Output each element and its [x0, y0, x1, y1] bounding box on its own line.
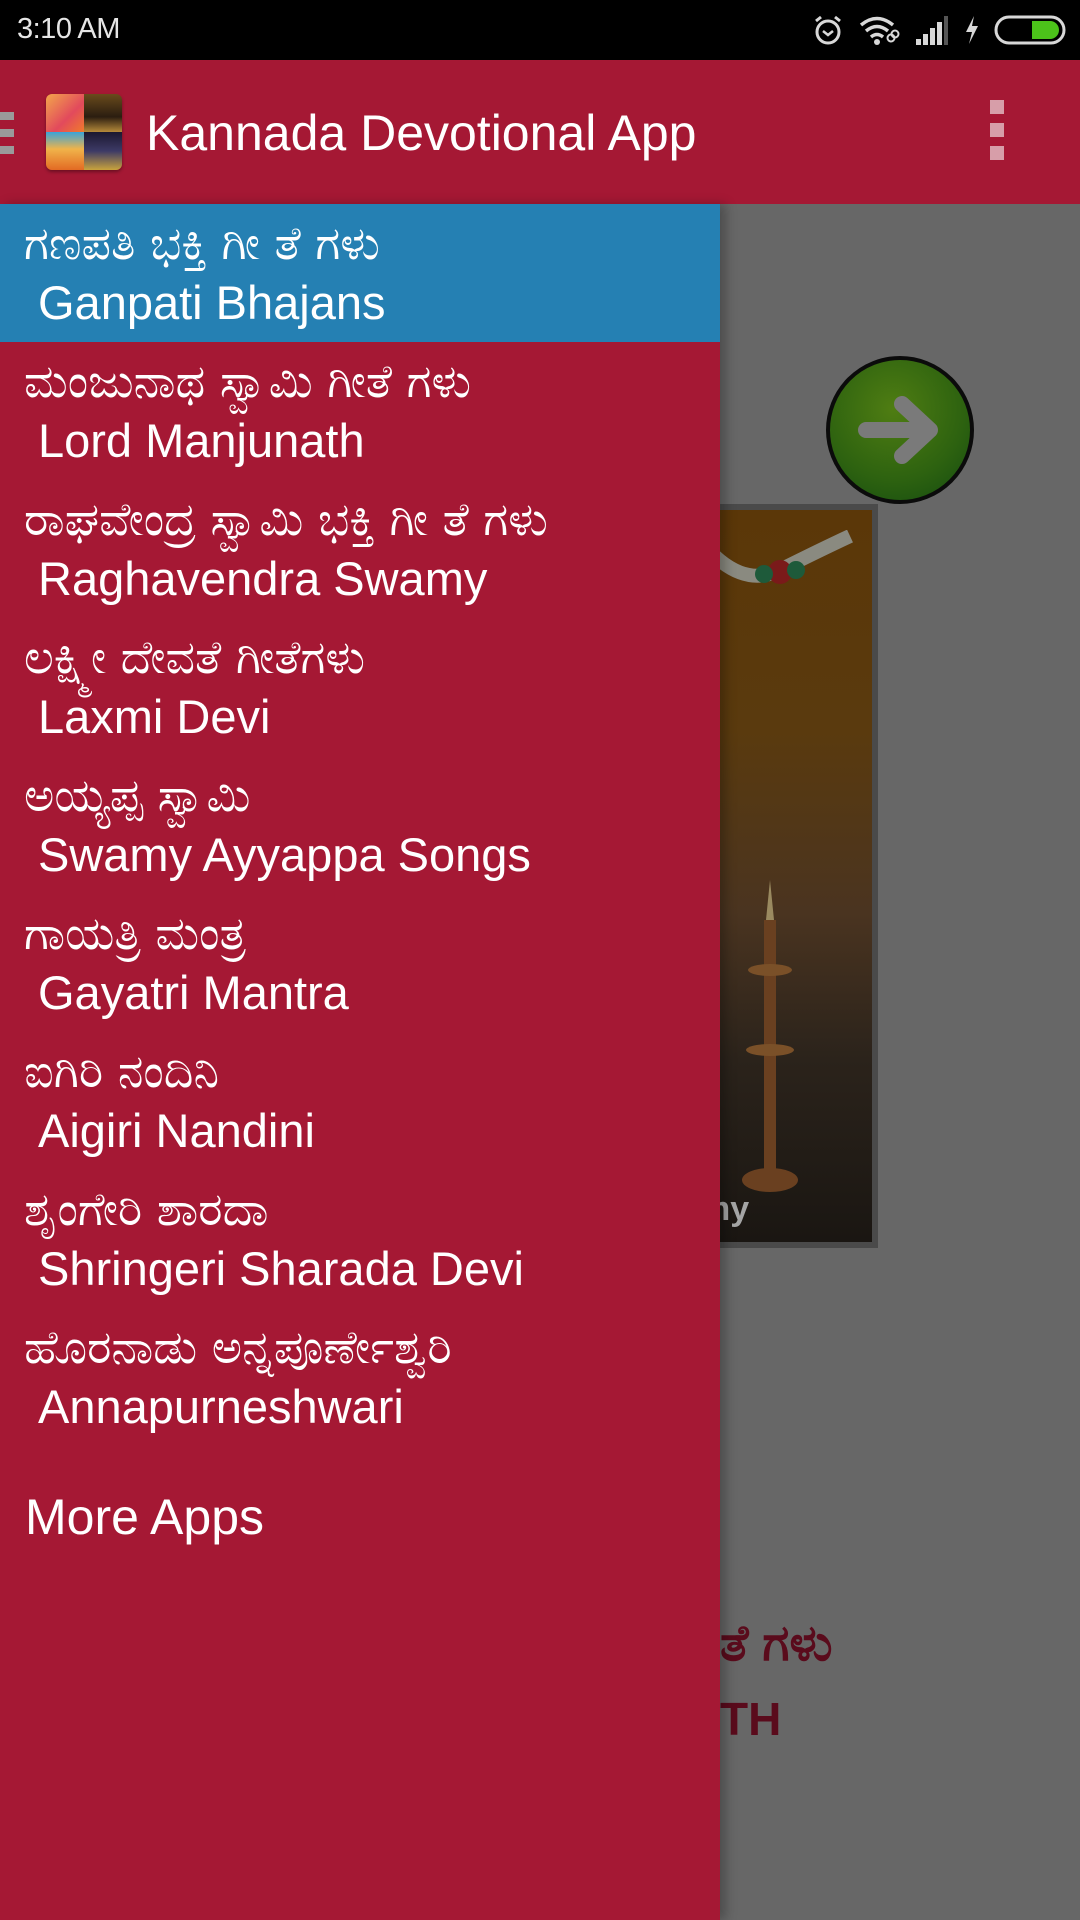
drawer-item-lord-manjunath[interactable]: ಮಂಜುನಾಥ ಸ್ವಾಮಿ ಗೀತೆ ಗಳು Lord Manjunath	[0, 342, 720, 480]
drawer-item-english-label: Raghavendra Swamy	[38, 552, 488, 605]
app-logo	[46, 94, 122, 170]
drawer-item-english-label: Ganpati Bhajans	[38, 276, 386, 329]
drawer-item-kannada-label: ಅಯ್ಯಪ್ಪ ಸ್ವಾಮಿ	[24, 768, 251, 822]
app-bar: Kannada Devotional App	[0, 60, 1080, 204]
battery-icon	[994, 15, 1066, 45]
drawer-item-swamy-ayyappa[interactable]: ಅಯ್ಯಪ್ಪ ಸ್ವಾಮಿ Swamy Ayyappa Songs	[0, 756, 720, 894]
drawer-item-kannada-label: ಗಾಯತ್ರಿ ಮಂತ್ರ	[24, 906, 246, 960]
menu-icon[interactable]	[0, 112, 14, 156]
drawer-item-english-label: Aigiri Nandini	[38, 1104, 315, 1157]
drawer-item-english-label: Shringeri Sharada Devi	[38, 1242, 524, 1295]
drawer-item-gayatri-mantra[interactable]: ಗಾಯತ್ರಿ ಮಂತ್ರ Gayatri Mantra	[0, 894, 720, 1032]
drawer-item-aigiri-nandini[interactable]: ಐಗಿರಿ ನಂದಿನಿ Aigiri Nandini	[0, 1032, 720, 1170]
status-bar: 3:10 AM	[0, 0, 1080, 60]
drawer-item-kannada-label: ಗಣಪತಿ ಭಕ್ತಿ ಗೀ ತೆ ಗಳು	[24, 216, 380, 270]
charging-icon	[964, 15, 980, 45]
content-title-kannada: ತೆ ಗಳು	[720, 1615, 833, 1671]
content-title-english: TH	[720, 1693, 782, 1745]
drawer-item-english-label: Gayatri Mantra	[38, 966, 349, 1019]
drawer-item-kannada-label: ಐಗಿರಿ ನಂದಿನಿ	[24, 1044, 220, 1098]
banner-image[interactable]: my	[700, 504, 878, 1248]
navigation-drawer: ಗಣಪತಿ ಭಕ್ತಿ ಗೀ ತೆ ಗಳು Ganpati Bhajans ಮಂ…	[0, 204, 720, 1920]
garland-decoration	[700, 530, 853, 584]
next-button[interactable]	[826, 356, 974, 504]
signal-icon	[914, 15, 950, 45]
wifi-icon	[858, 14, 900, 46]
drawer-item-laxmi-devi[interactable]: ಲಕ್ಷ್ಮೀ ದೇವತೆ ಗೀತೆಗಳು Laxmi Devi	[0, 618, 720, 756]
drawer-item-shringeri-sharada[interactable]: ಶೃಂಗೇರಿ ಶಾರದಾ Shringeri Sharada Devi	[0, 1170, 720, 1308]
drawer-item-ganpati-bhajans[interactable]: ಗಣಪತಿ ಭಕ್ತಿ ಗೀ ತೆ ಗಳು Ganpati Bhajans	[0, 204, 720, 342]
drawer-item-kannada-label: ರಾಘವೇಂದ್ರ ಸ್ವಾಮಿ ಭಕ್ತಿ ಗೀ ತೆ ಗಳು	[24, 492, 548, 546]
drawer-item-english-label: Laxmi Devi	[38, 690, 271, 743]
drawer-item-kannada-label: ಶೃಂಗೇರಿ ಶಾರದಾ	[24, 1182, 269, 1236]
drawer-item-kannada-label: ಲಕ್ಷ್ಮೀ ದೇವತೆ ಗೀತೆಗಳು	[24, 630, 365, 684]
drawer-item-kannada-label: ಮಂಜುನಾಥ ಸ್ವಾಮಿ ಗೀತೆ ಗಳು	[24, 354, 472, 408]
drawer-item-english-label: Lord Manjunath	[38, 414, 365, 467]
status-icons	[812, 12, 1066, 48]
lamp-decoration	[742, 880, 798, 1192]
overflow-menu-icon[interactable]	[990, 100, 1004, 162]
arrow-right-icon	[858, 396, 938, 464]
alarm-icon	[812, 14, 844, 46]
drawer-item-english-label: Swamy Ayyappa Songs	[38, 828, 531, 881]
status-time: 3:10 AM	[17, 13, 120, 45]
drawer-item-annapurneshwari[interactable]: ಹೊರನಾಡು ಅನ್ನಪೂರ್ಣೇಶ್ವರಿ Annapurneshwari	[0, 1308, 720, 1446]
more-apps-link[interactable]: More Apps	[0, 1488, 720, 1546]
drawer-item-kannada-label: ಹೊರನಾಡು ಅನ್ನಪೂರ್ಣೇಶ್ವರಿ	[24, 1320, 452, 1374]
drawer-item-english-label: Annapurneshwari	[38, 1380, 404, 1433]
drawer-item-raghavendra-swamy[interactable]: ರಾಘವೇಂದ್ರ ಸ್ವಾಮಿ ಭಕ್ತಿ ಗೀ ತೆ ಗಳು Raghave…	[0, 480, 720, 618]
app-title: Kannada Devotional App	[146, 105, 697, 161]
